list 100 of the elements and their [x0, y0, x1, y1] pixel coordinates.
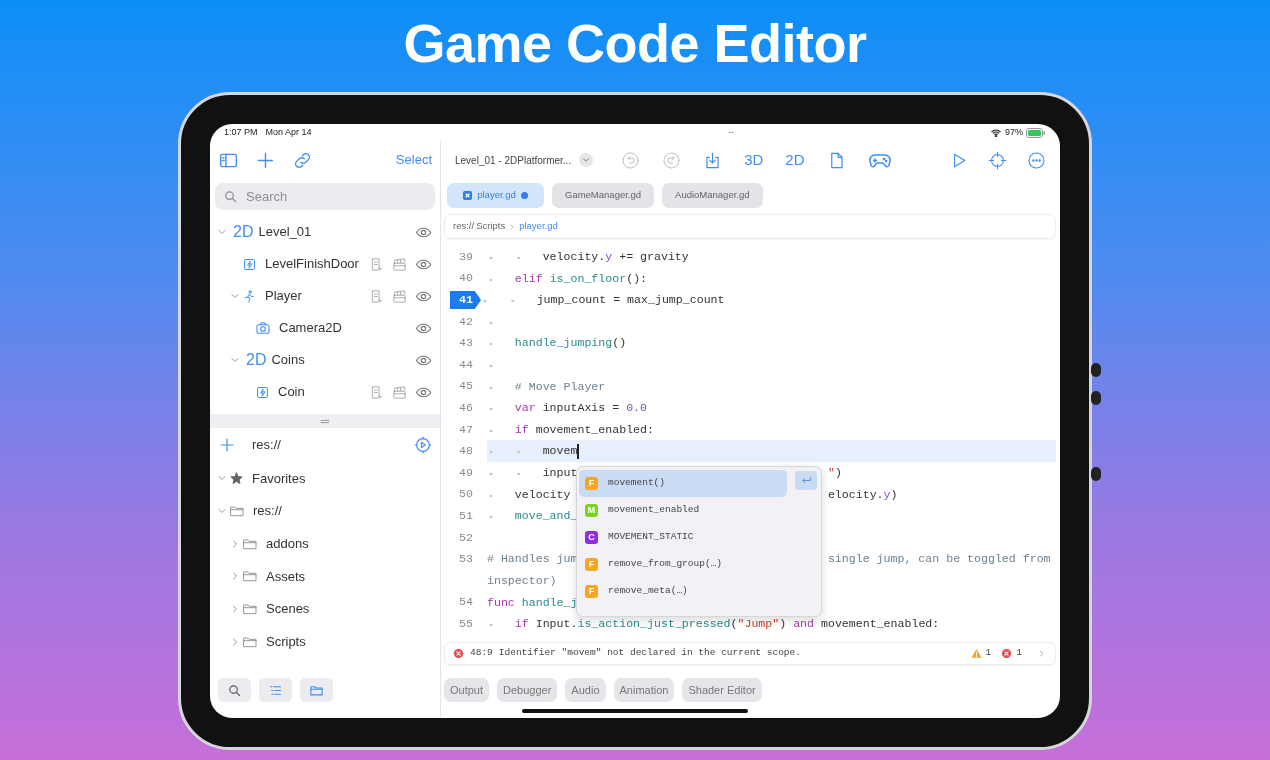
- indent-marker: ▸: [489, 274, 494, 284]
- breadcrumb-item[interactable]: Scripts: [476, 219, 506, 234]
- scene-node-label[interactable]: Player: [265, 286, 302, 306]
- search-panel-button[interactable]: [218, 678, 251, 702]
- scene-name: Level_01 - 2DPlatformer...: [455, 153, 572, 168]
- search-input[interactable]: Search: [244, 185, 427, 208]
- close-icon[interactable]: [463, 191, 473, 200]
- panel-tab[interactable]: Output: [444, 678, 490, 702]
- breadcrumb-item[interactable]: res://: [453, 219, 475, 234]
- error-icon: [1001, 648, 1013, 659]
- line-number: 53: [458, 551, 474, 568]
- code-line: handle_jumping(): [514, 335, 627, 352]
- code-line: elocity.y): [827, 486, 898, 503]
- indent-marker: ▸: [489, 620, 494, 630]
- status-date: Mon Apr 14: [265, 125, 312, 139]
- error-icon: [453, 648, 464, 659]
- battery-icon: [1026, 127, 1046, 138]
- code-line: var inputAxis = 0.0: [514, 400, 648, 417]
- warning-icon: [970, 648, 982, 659]
- warning-count: 1: [985, 646, 992, 661]
- line-number: 40: [458, 270, 474, 287]
- diagnostic-message: Identifier "movem" not declared in the current scope.: [498, 646, 801, 661]
- code-line: if Input.is_action_just_pressed("Jump") and movement_enabled:: [514, 616, 940, 633]
- diagnostic-position: 48:9: [470, 646, 493, 661]
- code-line: # Move Player: [514, 378, 606, 395]
- node2d-type-label: 2D: [246, 350, 267, 370]
- lightning-icon: [242, 256, 257, 272]
- status-time: 1:07 PM: [224, 125, 258, 139]
- scene-selector[interactable]: Level_01 - 2DPlatformer...: [455, 152, 594, 168]
- indent-marker: ▸: [489, 382, 494, 392]
- return-key-button[interactable]: [795, 471, 817, 490]
- indent-marker: ▸: [489, 512, 494, 522]
- run-settings-button[interactable]: [414, 436, 432, 454]
- breadcrumb-item[interactable]: player.gd: [519, 219, 558, 234]
- running-figure-icon: [242, 288, 257, 304]
- code-line: if movement_enabled:: [514, 421, 654, 438]
- line-number: 43: [458, 335, 474, 352]
- scene-node-label[interactable]: Coin: [278, 382, 305, 402]
- symbol-kind-badge: M: [585, 504, 598, 517]
- camera-icon: [255, 320, 271, 336]
- code-line: "): [827, 465, 842, 482]
- line-number: 47: [458, 421, 474, 438]
- text-cursor: [577, 443, 579, 459]
- scene-node-label[interactable]: Coins: [271, 350, 305, 370]
- node2d-type-label: 2D: [233, 222, 254, 242]
- add-file-button[interactable]: [218, 436, 236, 454]
- plus-icon: [218, 436, 236, 454]
- line-number: 48: [458, 443, 474, 460]
- autocomplete-item[interactable]: F remove_from_group(…): [579, 551, 819, 578]
- indent-marker: ▸: [489, 404, 494, 414]
- outline-button[interactable]: [259, 678, 292, 702]
- indent-marker: ▸: [489, 253, 494, 263]
- file-tree-label[interactable]: Scripts: [266, 632, 306, 652]
- scene-node-label[interactable]: Level_01: [258, 222, 312, 242]
- line-number: 50: [458, 486, 474, 503]
- scene-node-label[interactable]: Camera2D: [279, 318, 342, 338]
- code-line: jump_count = max_jump_count: [536, 292, 725, 309]
- file-tree-label[interactable]: addons: [266, 533, 309, 554]
- search-bar[interactable]: Search: [215, 183, 435, 210]
- indent-marker: ▸: [489, 447, 494, 457]
- panel-tab[interactable]: Animation: [613, 678, 675, 702]
- more-button[interactable]: [1027, 150, 1046, 170]
- star-icon: [229, 470, 244, 486]
- redo-icon: [662, 150, 682, 170]
- diagnostic-bar[interactable]: 48:9 Identifier "movem" not declared in the current scope. 1 1: [444, 642, 1056, 665]
- line-number: 45: [458, 378, 474, 395]
- symbol-kind-badge: F: [585, 585, 598, 598]
- indent-marker: ▸: [516, 447, 522, 457]
- autocomplete-item[interactable]: C MOVEMENT_STATIC: [579, 524, 819, 551]
- lightning-icon: [255, 384, 270, 400]
- target-button[interactable]: [988, 150, 1007, 170]
- indent-marker: ▸: [516, 469, 522, 479]
- indent-marker: ▸: [483, 296, 488, 306]
- file-tab[interactable]: GameManager.gd: [552, 183, 655, 208]
- autocomplete-item[interactable]: F movement(): [579, 470, 787, 497]
- file-tree-label[interactable]: Scenes: [266, 599, 310, 619]
- autocomplete-item[interactable]: F remove_meta(…): [579, 578, 819, 605]
- undo-icon: [621, 150, 641, 170]
- code-line: single jump, can be toggled from: [827, 551, 1051, 568]
- line-number: 49: [458, 464, 474, 481]
- symbol-kind-badge: C: [585, 531, 598, 544]
- line-number: 46: [458, 399, 474, 416]
- scene-node-label[interactable]: LevelFinishDoor: [265, 254, 359, 274]
- file-tree-label[interactable]: Assets: [266, 566, 305, 587]
- panel-tab[interactable]: Shader Editor: [682, 678, 762, 702]
- file-tree-label[interactable]: res://: [253, 501, 282, 521]
- breakpoint-line-number[interactable]: 41: [450, 291, 481, 309]
- files-button[interactable]: [300, 678, 333, 702]
- code-line: inspector): [487, 573, 557, 589]
- battery-level: 97%: [1005, 125, 1023, 139]
- file-tab[interactable]: AudioManager.gd: [662, 183, 763, 208]
- line-number: 42: [458, 313, 474, 330]
- file-tree-label[interactable]: Favorites: [252, 468, 306, 489]
- code-line: movem: [542, 443, 578, 460]
- symbol-kind-badge: F: [585, 558, 598, 571]
- autocomplete-item[interactable]: M movement_enabled: [579, 497, 819, 524]
- split-handle-bar[interactable]: [210, 414, 440, 428]
- code-line: input: [542, 465, 578, 482]
- panel-tab[interactable]: Audio: [565, 678, 606, 702]
- panel-tab[interactable]: Debugger: [497, 678, 558, 702]
